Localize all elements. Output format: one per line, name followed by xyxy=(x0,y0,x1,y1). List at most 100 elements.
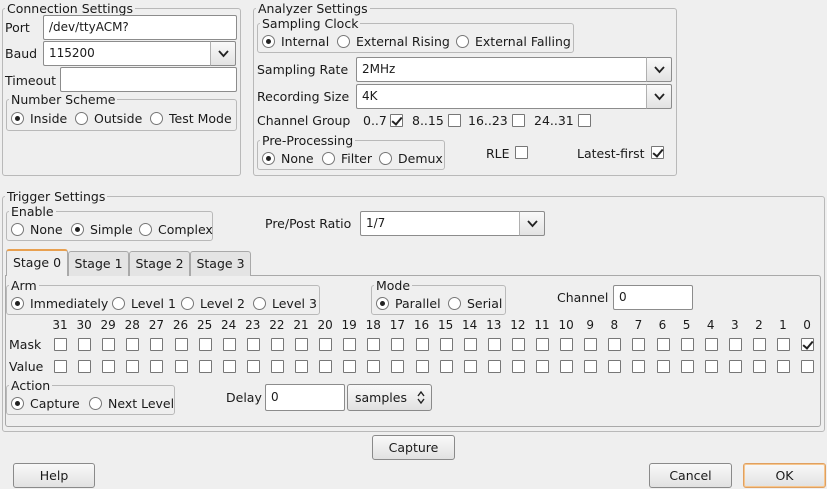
port-input[interactable]: /dev/ttyACM? xyxy=(43,15,237,40)
mask-bit-28-checkbox[interactable] xyxy=(126,338,140,351)
value-bit-16-checkbox[interactable] xyxy=(415,360,429,373)
mask-bit-18-checkbox[interactable] xyxy=(367,338,381,351)
action-next-level-radio[interactable]: Next Level xyxy=(89,396,174,411)
tab-stage-3[interactable]: Stage 3 xyxy=(190,251,251,276)
mode-parallel-radio[interactable]: Parallel xyxy=(376,296,441,311)
recording-size-dropdown-button[interactable] xyxy=(646,84,672,109)
mask-bit-23-checkbox[interactable] xyxy=(246,338,260,351)
number-scheme-outside-radio[interactable]: Outside xyxy=(75,111,142,126)
value-bit-14-checkbox[interactable] xyxy=(463,360,477,373)
arm-level-3-radio[interactable]: Level 3 xyxy=(253,296,317,311)
arm-level-2-radio[interactable]: Level 2 xyxy=(181,296,245,311)
value-bit-24-checkbox[interactable] xyxy=(222,360,236,373)
value-bit-21-checkbox[interactable] xyxy=(295,360,308,373)
value-bit-26-checkbox[interactable] xyxy=(174,360,188,373)
mask-bit-19-checkbox[interactable] xyxy=(343,338,357,351)
value-bit-17-checkbox[interactable] xyxy=(391,360,405,373)
mask-bit-14-checkbox[interactable] xyxy=(463,338,477,351)
value-bit-6-checkbox[interactable] xyxy=(656,360,670,373)
value-bit-5-checkbox[interactable] xyxy=(680,360,694,373)
mask-bit-5-checkbox[interactable] xyxy=(680,338,694,351)
mask-bit-21-checkbox[interactable] xyxy=(295,338,308,351)
latest-first-checkbox[interactable] xyxy=(651,146,664,159)
delay-unit-select[interactable]: samples xyxy=(347,384,432,411)
value-bit-11-checkbox[interactable] xyxy=(536,360,549,373)
value-bit-25-checkbox[interactable] xyxy=(198,360,212,373)
value-bit-3-checkbox[interactable] xyxy=(728,360,742,373)
recording-size-select[interactable]: 4K xyxy=(356,84,647,109)
value-bit-22-checkbox[interactable] xyxy=(270,360,284,373)
value-bit-30-checkbox[interactable] xyxy=(78,360,92,373)
mask-bit-30-checkbox[interactable] xyxy=(78,338,92,351)
mask-bit-10-checkbox[interactable] xyxy=(560,338,574,351)
enable-simple-radio[interactable]: Simple xyxy=(71,222,133,237)
mask-bit-13-checkbox[interactable] xyxy=(487,338,501,351)
delay-input[interactable]: 0 xyxy=(265,384,345,411)
mask-bit-3-checkbox[interactable] xyxy=(728,338,742,351)
mask-bit-12-checkbox[interactable] xyxy=(511,338,525,351)
channel-input[interactable]: 0 xyxy=(613,285,693,310)
timeout-input[interactable] xyxy=(60,67,237,92)
capture-button[interactable]: Capture xyxy=(372,435,455,460)
value-bit-0-checkbox[interactable] xyxy=(801,360,815,373)
help-button[interactable]: Help xyxy=(13,463,95,488)
value-bit-31-checkbox[interactable] xyxy=(54,360,67,373)
mask-bit-6-checkbox[interactable] xyxy=(656,338,670,351)
mask-bit-25-checkbox[interactable] xyxy=(198,338,212,351)
value-bit-28-checkbox[interactable] xyxy=(126,360,140,373)
channel-group-8-15-checkbox[interactable] xyxy=(448,114,461,127)
value-bit-23-checkbox[interactable] xyxy=(246,360,260,373)
pre-post-ratio-select[interactable]: 1/7 xyxy=(360,211,520,236)
value-bit-29-checkbox[interactable] xyxy=(102,360,116,373)
value-bit-12-checkbox[interactable] xyxy=(511,360,525,373)
mask-bit-29-checkbox[interactable] xyxy=(102,338,116,351)
value-bit-1-checkbox[interactable] xyxy=(777,360,790,373)
mask-bit-4-checkbox[interactable] xyxy=(704,338,718,351)
value-bit-9-checkbox[interactable] xyxy=(584,360,598,373)
mask-bit-20-checkbox[interactable] xyxy=(319,338,333,351)
number-scheme-inside-radio[interactable]: Inside xyxy=(11,111,67,126)
sampling-rate-dropdown-button[interactable] xyxy=(646,57,672,82)
tab-stage-1[interactable]: Stage 1 xyxy=(68,251,129,276)
enable-complex-radio[interactable]: Complex xyxy=(139,222,213,237)
mask-bit-24-checkbox[interactable] xyxy=(222,338,236,351)
mask-bit-16-checkbox[interactable] xyxy=(415,338,429,351)
enable-none-radio[interactable]: None xyxy=(11,222,63,237)
arm-immediately-radio[interactable]: Immediately xyxy=(11,296,108,311)
value-bit-8-checkbox[interactable] xyxy=(608,360,622,373)
channel-group-0-7-checkbox[interactable] xyxy=(390,114,403,127)
channel-group-16-23-checkbox[interactable] xyxy=(512,114,525,127)
value-bit-7-checkbox[interactable] xyxy=(632,360,646,373)
mask-bit-31-checkbox[interactable] xyxy=(54,338,67,351)
value-bit-13-checkbox[interactable] xyxy=(487,360,501,373)
tab-stage-0[interactable]: Stage 0 xyxy=(6,249,68,276)
value-bit-19-checkbox[interactable] xyxy=(343,360,357,373)
rle-checkbox[interactable] xyxy=(515,146,528,159)
clock-external-rising-radio[interactable]: External Rising xyxy=(337,34,450,49)
mask-bit-17-checkbox[interactable] xyxy=(391,338,405,351)
mask-bit-7-checkbox[interactable] xyxy=(632,338,646,351)
mask-bit-11-checkbox[interactable] xyxy=(536,338,549,351)
sampling-rate-select[interactable]: 2MHz xyxy=(356,57,647,82)
preproc-filter-radio[interactable]: Filter xyxy=(322,151,372,166)
mask-bit-0-checkbox[interactable] xyxy=(801,338,815,351)
channel-group-24-31-checkbox[interactable] xyxy=(578,114,591,127)
mask-bit-26-checkbox[interactable] xyxy=(174,338,188,351)
cancel-button[interactable]: Cancel xyxy=(649,463,732,488)
value-bit-15-checkbox[interactable] xyxy=(439,360,453,373)
value-bit-2-checkbox[interactable] xyxy=(752,360,766,373)
preproc-none-radio[interactable]: None xyxy=(262,151,314,166)
mask-bit-9-checkbox[interactable] xyxy=(584,338,598,351)
pre-post-ratio-dropdown-button[interactable] xyxy=(519,211,545,236)
baud-select[interactable]: 115200 xyxy=(43,41,211,66)
mode-serial-radio[interactable]: Serial xyxy=(448,296,502,311)
value-bit-18-checkbox[interactable] xyxy=(367,360,381,373)
clock-external-falling-radio[interactable]: External Falling xyxy=(456,34,571,49)
preproc-demux-radio[interactable]: Demux xyxy=(379,151,443,166)
mask-bit-1-checkbox[interactable] xyxy=(777,338,790,351)
value-bit-10-checkbox[interactable] xyxy=(560,360,574,373)
mask-bit-22-checkbox[interactable] xyxy=(270,338,284,351)
tab-stage-2[interactable]: Stage 2 xyxy=(129,251,190,276)
arm-level-1-radio[interactable]: Level 1 xyxy=(112,296,176,311)
baud-dropdown-button[interactable] xyxy=(210,41,236,66)
